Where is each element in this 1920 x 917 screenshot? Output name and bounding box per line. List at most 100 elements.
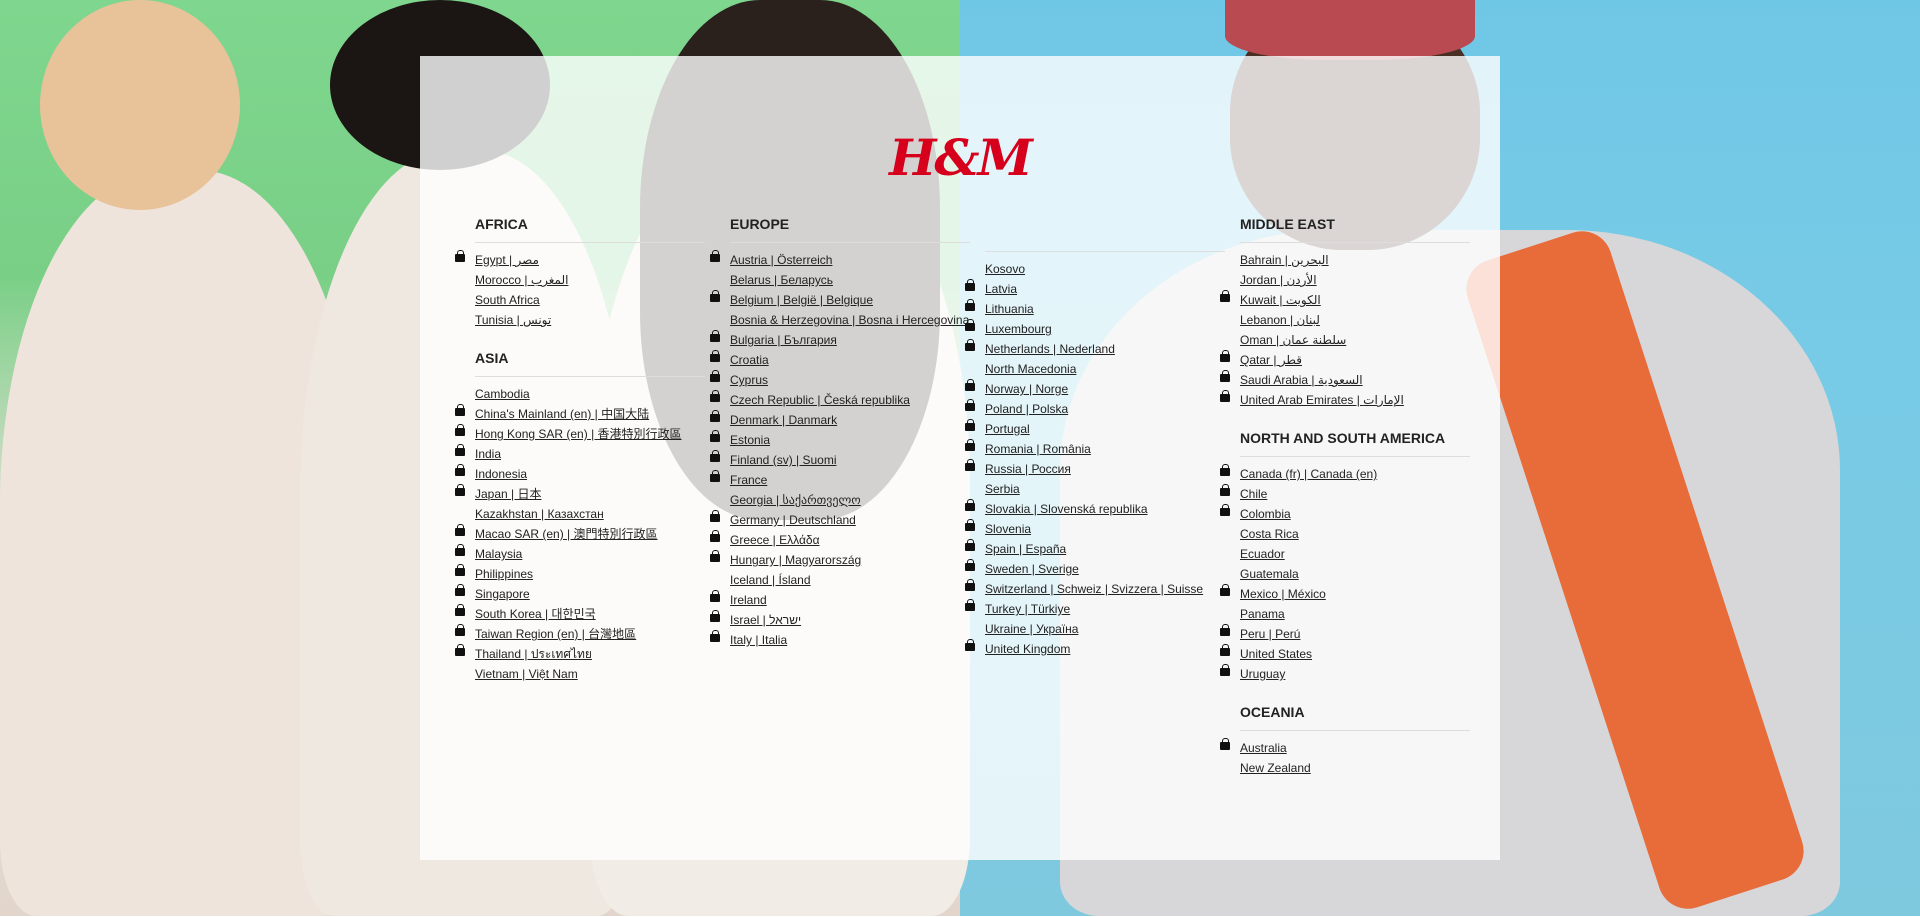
country-link[interactable]: Ecuador [1240, 547, 1285, 561]
country-link[interactable]: Slovenia [985, 522, 1031, 536]
country-link[interactable]: Ukraine | Україна [985, 622, 1078, 636]
country-item: Uruguay [1220, 664, 1470, 682]
country-link[interactable]: Cyprus [730, 373, 768, 387]
country-link[interactable]: Cambodia [475, 387, 530, 401]
country-link[interactable]: Philippines [475, 567, 533, 581]
country-link[interactable]: South Africa [475, 293, 540, 307]
country-link[interactable]: Japan | 日本 [475, 487, 541, 501]
shopping-bag-icon [1220, 290, 1230, 302]
country-link[interactable]: Denmark | Danmark [730, 413, 837, 427]
country-link[interactable]: Qatar | قطر [1240, 353, 1302, 367]
country-link[interactable]: Taiwan Region (en) | 台灣地區 [475, 627, 636, 641]
country-link[interactable]: Mexico | México [1240, 587, 1326, 601]
country-link[interactable]: Georgia | საქართველო [730, 493, 861, 507]
country-link[interactable]: Latvia [985, 282, 1017, 296]
country-link[interactable]: Serbia [985, 482, 1020, 496]
country-link[interactable]: Costa Rica [1240, 527, 1299, 541]
shopping-bag-icon [1220, 350, 1230, 362]
country-link[interactable]: Bulgaria | България [730, 333, 837, 347]
country-link[interactable]: Thailand | ประเทศไทย [475, 647, 592, 661]
country-link[interactable]: New Zealand [1240, 761, 1311, 775]
country-link[interactable]: Greece | Ελλάδα [730, 533, 820, 547]
country-link[interactable]: Vietnam | Việt Nam [475, 667, 578, 681]
shopping-bag-icon [710, 330, 720, 342]
country-link[interactable]: Croatia [730, 353, 769, 367]
column-europe-b: Kosovo Latvia Lithuania Luxembourg Netherlan… [965, 216, 1225, 679]
country-link[interactable]: Portugal [985, 422, 1030, 436]
country-link[interactable]: Israel | ישראל [730, 613, 801, 627]
country-link[interactable]: Lebanon | لبنان [1240, 313, 1320, 327]
country-item: Taiwan Region (en) | 台灣地區 [455, 624, 705, 642]
country-item: Singapore [455, 584, 705, 602]
country-item: Ukraine | Україна [985, 621, 1225, 637]
country-link[interactable]: Colombia [1240, 507, 1291, 521]
country-link[interactable]: Macao SAR (en) | 澳門特別行政區 [475, 527, 658, 541]
country-link[interactable]: India [475, 447, 501, 461]
country-link[interactable]: Belgium | België | Belgique [730, 293, 873, 307]
country-link[interactable]: Tunisia | تونس [475, 313, 551, 327]
country-link[interactable]: Ireland [730, 593, 767, 607]
country-link[interactable]: Uruguay [1240, 667, 1285, 681]
country-link[interactable]: Canada (fr) | Canada (en) [1240, 467, 1377, 481]
country-link[interactable]: Romania | România [985, 442, 1091, 456]
country-link[interactable]: Morocco | المغرب [475, 273, 568, 287]
country-link[interactable]: Estonia [730, 433, 770, 447]
country-link[interactable]: Luxembourg [985, 322, 1052, 336]
country-link[interactable]: Indonesia [475, 467, 527, 481]
country-link[interactable]: United Arab Emirates | الإمارات [1240, 393, 1404, 407]
country-link[interactable]: Guatemala [1240, 567, 1299, 581]
country-link[interactable]: China's Mainland (en) | 中国大陆 [475, 407, 649, 421]
shopping-bag-icon [1220, 484, 1230, 496]
country-link[interactable]: Italy | Italia [730, 633, 787, 647]
country-link[interactable]: Egypt | مصر [475, 253, 539, 267]
country-link[interactable]: Hong Kong SAR (en) | 香港特別行政區 [475, 427, 682, 441]
country-link[interactable]: United States [1240, 647, 1312, 661]
country-link[interactable]: Finland (sv) | Suomi [730, 453, 836, 467]
country-link[interactable]: Australia [1240, 741, 1287, 755]
shopping-bag-icon [710, 390, 720, 402]
country-link[interactable]: Sweden | Sverige [985, 562, 1079, 576]
country-link[interactable]: Spain | España [985, 542, 1066, 556]
country-link[interactable]: Norway | Norge [985, 382, 1068, 396]
country-link[interactable]: Bosnia & Herzegovina | Bosna i Hercegovi… [730, 313, 969, 327]
country-link[interactable]: Hungary | Magyarország [730, 553, 861, 567]
country-link[interactable]: Kazakhstan | Казахстан [475, 507, 604, 521]
shopping-bag-icon [965, 499, 975, 511]
country-link[interactable]: Chile [1240, 487, 1267, 501]
country-link[interactable]: Lithuania [985, 302, 1034, 316]
country-link[interactable]: Poland | Polska [985, 402, 1068, 416]
hm-logo[interactable]: H&M [420, 128, 1500, 187]
country-item: North Macedonia [985, 361, 1225, 377]
country-link[interactable]: Austria | Österreich [730, 253, 832, 267]
country-link[interactable]: Slovakia | Slovenská republika [985, 502, 1148, 516]
shopping-bag-icon [965, 459, 975, 471]
country-link[interactable]: Switzerland | Schweiz | Svizzera | Suiss… [985, 582, 1203, 596]
shopping-bag-icon [1220, 644, 1230, 656]
country-item: Egypt | مصر [455, 250, 705, 268]
country-link[interactable]: Turkey | Türkiye [985, 602, 1070, 616]
country-link[interactable]: North Macedonia [985, 362, 1076, 376]
country-link[interactable]: Saudi Arabia | السعودية [1240, 373, 1363, 387]
shopping-bag-icon [455, 564, 465, 576]
country-link[interactable]: Kuwait | الكويت [1240, 293, 1321, 307]
country-link[interactable]: Netherlands | Nederland [985, 342, 1115, 356]
country-link[interactable]: Russia | Россия [985, 462, 1071, 476]
country-link[interactable]: Kosovo [985, 262, 1025, 276]
country-item: Slovakia | Slovenská republika [965, 499, 1225, 517]
country-link[interactable]: Singapore [475, 587, 530, 601]
country-link[interactable]: Peru | Perú [1240, 627, 1300, 641]
country-link[interactable]: Czech Republic | Česká republika [730, 393, 910, 407]
country-link[interactable]: Panama [1240, 607, 1285, 621]
country-link[interactable]: United Kingdom [985, 642, 1070, 656]
country-link[interactable]: Jordan | الأردن [1240, 273, 1317, 287]
country-item: United Kingdom [965, 639, 1225, 657]
country-item: Greece | Ελλάδα [710, 530, 970, 548]
country-link[interactable]: Bahrain | البحرين [1240, 253, 1329, 267]
country-link[interactable]: Belarus | Беларусь [730, 273, 833, 287]
country-link[interactable]: France [730, 473, 767, 487]
country-link[interactable]: Iceland | Ísland [730, 573, 811, 587]
country-link[interactable]: South Korea | 대한민국 [475, 607, 596, 621]
country-link[interactable]: Oman | سلطنة عمان [1240, 333, 1346, 347]
country-link[interactable]: Germany | Deutschland [730, 513, 856, 527]
country-link[interactable]: Malaysia [475, 547, 522, 561]
